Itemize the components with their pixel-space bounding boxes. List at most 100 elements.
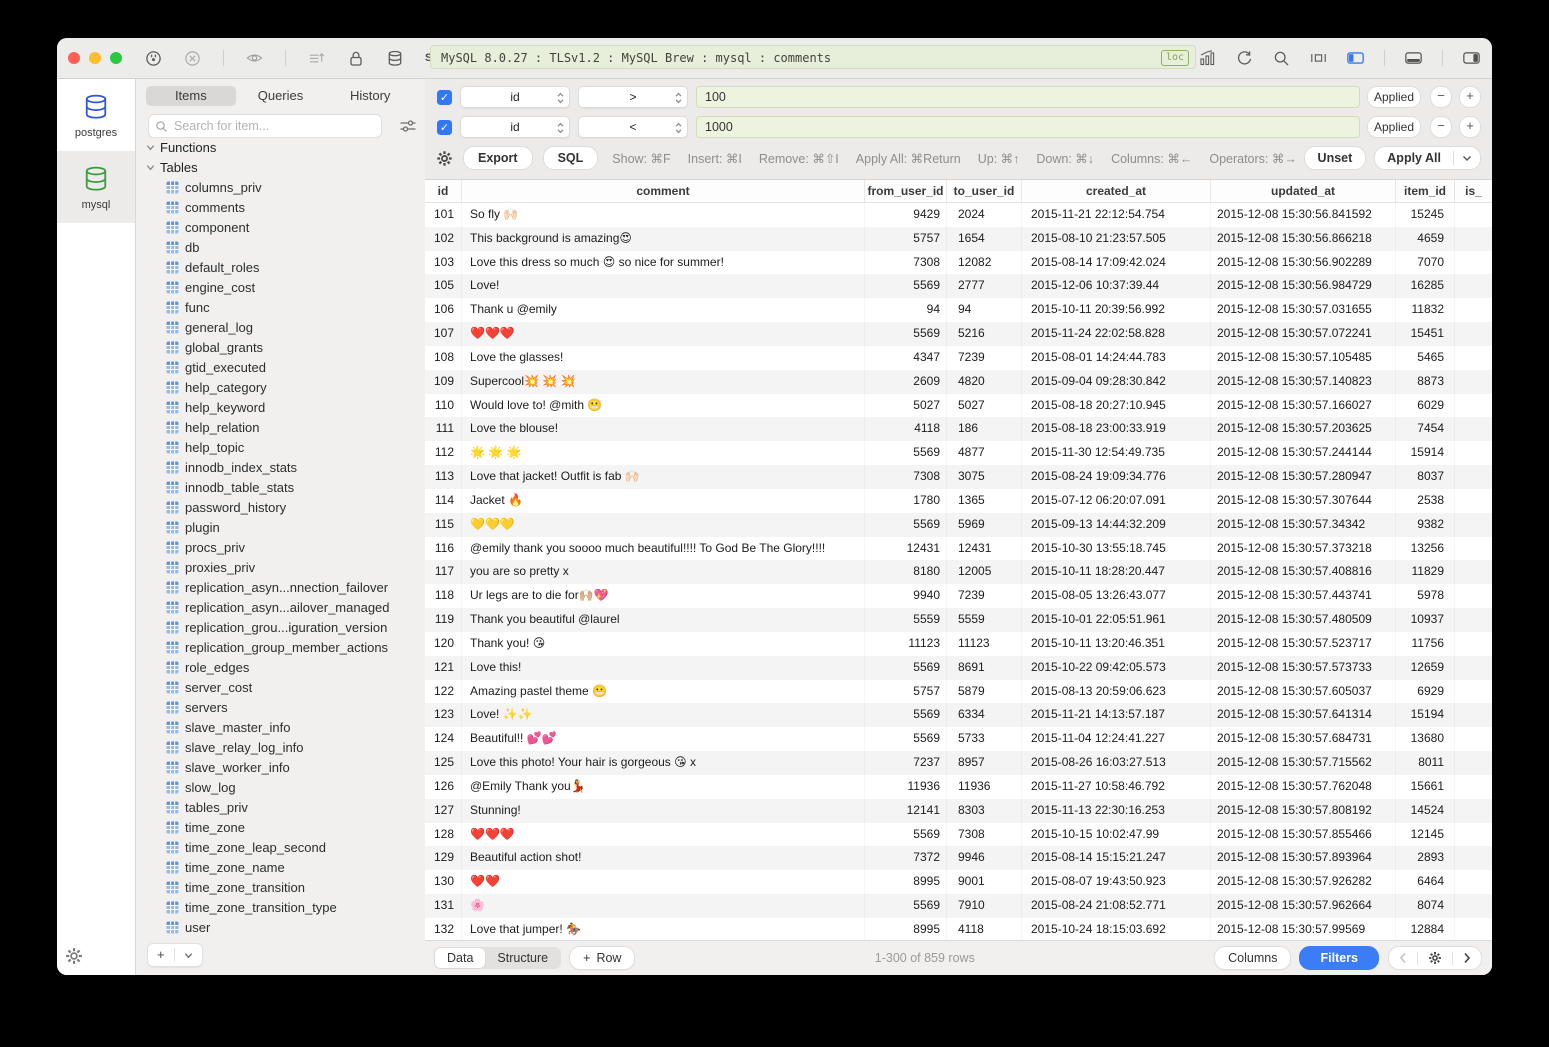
cell-item[interactable]: 12659 — [1396, 656, 1455, 680]
cell-is[interactable] — [1455, 465, 1492, 489]
cell-item[interactable]: 13256 — [1396, 537, 1455, 561]
cell-is[interactable] — [1455, 489, 1492, 513]
database-icon[interactable] — [386, 50, 403, 67]
cell-created[interactable]: 2015-08-10 21:23:57.505 — [1022, 227, 1211, 251]
cell-to[interactable]: 11123 — [947, 632, 1022, 656]
cell-to[interactable]: 94 — [947, 298, 1022, 322]
cell-item[interactable]: 16285 — [1396, 274, 1455, 298]
cell-is[interactable] — [1455, 227, 1492, 251]
cell-created[interactable]: 2015-08-05 13:26:43.077 — [1022, 584, 1211, 608]
cell-from[interactable]: 5569 — [865, 823, 947, 847]
sidebar-table-item[interactable]: slow_log — [136, 777, 425, 797]
cell-to[interactable]: 5027 — [947, 394, 1022, 418]
columns-button[interactable]: Columns — [1214, 946, 1291, 970]
cell-id[interactable]: 123 — [425, 703, 462, 727]
cell-updated[interactable]: 2015-12-08 15:30:57.893964 — [1211, 846, 1396, 870]
cell-from[interactable]: 7308 — [865, 251, 947, 275]
remove-filter-button[interactable]: − — [1430, 116, 1452, 138]
cell-id[interactable]: 115 — [425, 513, 462, 537]
tab-items[interactable]: Items — [146, 86, 236, 106]
table-row[interactable]: 132Love that jumper! 🏇899541182015-10-24… — [425, 918, 1492, 941]
cell-created[interactable]: 2015-11-13 22:30:16.253 — [1022, 799, 1211, 823]
toggle-right-panel-icon[interactable] — [1463, 50, 1480, 67]
table-row[interactable]: 116@emily thank you soooo much beautiful… — [425, 537, 1492, 561]
cell-item[interactable]: 15451 — [1396, 322, 1455, 346]
sidebar-table-item[interactable]: time_zone_transition — [136, 877, 425, 897]
filters-button[interactable]: Filters — [1299, 946, 1379, 970]
table-row[interactable]: 125Love this photo! Your hair is gorgeou… — [425, 751, 1492, 775]
cell-id[interactable]: 107 — [425, 322, 462, 346]
cell-is[interactable] — [1455, 870, 1492, 894]
cell-is[interactable] — [1455, 251, 1492, 275]
cell-id[interactable]: 131 — [425, 894, 462, 918]
cell-comment[interactable]: 🌟 🌟 🌟 — [462, 441, 865, 465]
cell-item[interactable]: 2893 — [1396, 846, 1455, 870]
cell-updated[interactable]: 2015-12-08 15:30:57.140823 — [1211, 370, 1396, 394]
cell-updated[interactable]: 2015-12-08 15:30:57.031655 — [1211, 298, 1396, 322]
cell-to[interactable]: 186 — [947, 417, 1022, 441]
toggle-sidebar-icon[interactable] — [1347, 50, 1364, 67]
cell-item[interactable]: 6929 — [1396, 680, 1455, 704]
cell-to[interactable]: 7910 — [947, 894, 1022, 918]
cell-created[interactable]: 2015-08-18 23:00:33.919 — [1022, 417, 1211, 441]
cell-from[interactable]: 7308 — [865, 465, 947, 489]
sidebar-table-item[interactable]: replication_asyn...nnection_failover — [136, 577, 425, 597]
close-window-button[interactable] — [68, 52, 80, 64]
cell-from[interactable]: 5569 — [865, 513, 947, 537]
connect-icon[interactable] — [145, 50, 162, 67]
cell-created[interactable]: 2015-10-30 13:55:18.745 — [1022, 537, 1211, 561]
cell-created[interactable]: 2015-11-21 14:13:57.187 — [1022, 703, 1211, 727]
filter-operator-select[interactable]: > — [578, 86, 688, 108]
cell-from[interactable]: 2609 — [865, 370, 947, 394]
table-row[interactable]: 105Love!556927772015-12-06 10:37:39.4420… — [425, 274, 1492, 298]
cell-comment[interactable]: @Emily Thank you💃 — [462, 775, 865, 799]
cell-comment[interactable]: Stunning! — [462, 799, 865, 823]
filter-field-select[interactable]: id — [460, 116, 570, 138]
cell-id[interactable]: 102 — [425, 227, 462, 251]
cell-id[interactable]: 122 — [425, 680, 462, 704]
cell-comment[interactable]: Thank u @emily — [462, 298, 865, 322]
cell-item[interactable]: 8037 — [1396, 465, 1455, 489]
cell-to[interactable]: 4820 — [947, 370, 1022, 394]
add-row-button[interactable]: + Row — [569, 946, 635, 970]
filter-field-select[interactable]: id — [460, 86, 570, 108]
cell-from[interactable]: 5757 — [865, 227, 947, 251]
tab-history[interactable]: History — [325, 86, 415, 106]
table-row[interactable]: 115💛💛💛556959692015-09-13 14:44:32.209201… — [425, 513, 1492, 537]
sidebar-table-item[interactable]: slave_worker_info — [136, 757, 425, 777]
cell-id[interactable]: 126 — [425, 775, 462, 799]
filter-operator-select[interactable]: < — [578, 116, 688, 138]
cell-created[interactable]: 2015-10-11 20:39:56.992 — [1022, 298, 1211, 322]
table-row[interactable]: 127Stunning!1214183032015-11-13 22:30:16… — [425, 799, 1492, 823]
cell-comment[interactable]: ❤️❤️❤️ — [462, 823, 865, 847]
cell-is[interactable] — [1455, 370, 1492, 394]
cell-updated[interactable]: 2015-12-08 15:30:57.962664 — [1211, 894, 1396, 918]
cell-to[interactable]: 12082 — [947, 251, 1022, 275]
sidebar-table-item[interactable]: help_relation — [136, 417, 425, 437]
cell-updated[interactable]: 2015-12-08 15:30:56.902289 — [1211, 251, 1396, 275]
cell-from[interactable]: 8180 — [865, 560, 947, 584]
filter-checkbox[interactable]: ✓ — [437, 90, 452, 105]
cell-comment[interactable]: Love the blouse! — [462, 417, 865, 441]
cell-to[interactable]: 7239 — [947, 584, 1022, 608]
filter-applied-badge[interactable]: Applied — [1367, 86, 1421, 108]
cell-updated[interactable]: 2015-12-08 15:30:56.984729 — [1211, 274, 1396, 298]
cell-updated[interactable]: 2015-12-08 15:30:57.573733 — [1211, 656, 1396, 680]
table-row[interactable]: 114Jacket 🔥178013652015-07-12 06:20:07.0… — [425, 489, 1492, 513]
sidebar-table-item[interactable]: plugin — [136, 517, 425, 537]
sidebar-search[interactable] — [148, 114, 382, 138]
page-settings-gear-icon[interactable] — [1418, 951, 1452, 965]
cell-comment[interactable]: Thank you! 😘 — [462, 632, 865, 656]
table-row[interactable]: 119Thank you beautiful @laurel5559555920… — [425, 608, 1492, 632]
cell-updated[interactable]: 2015-12-08 15:30:57.926282 — [1211, 870, 1396, 894]
cell-item[interactable]: 7070 — [1396, 251, 1455, 275]
add-filter-button[interactable]: + — [1459, 116, 1481, 138]
cell-updated[interactable]: 2015-12-08 15:30:57.641314 — [1211, 703, 1396, 727]
zoom-window-button[interactable] — [110, 52, 122, 64]
cell-from[interactable]: 9940 — [865, 584, 947, 608]
column-header-to-user-id[interactable]: to_user_id — [947, 180, 1022, 202]
table-row[interactable]: 122Amazing pastel theme 😬575758792015-08… — [425, 680, 1492, 704]
cell-updated[interactable]: 2015-12-08 15:30:57.307644 — [1211, 489, 1396, 513]
column-header-from-user-id[interactable]: from_user_id — [865, 180, 947, 202]
cell-item[interactable]: 8011 — [1396, 751, 1455, 775]
